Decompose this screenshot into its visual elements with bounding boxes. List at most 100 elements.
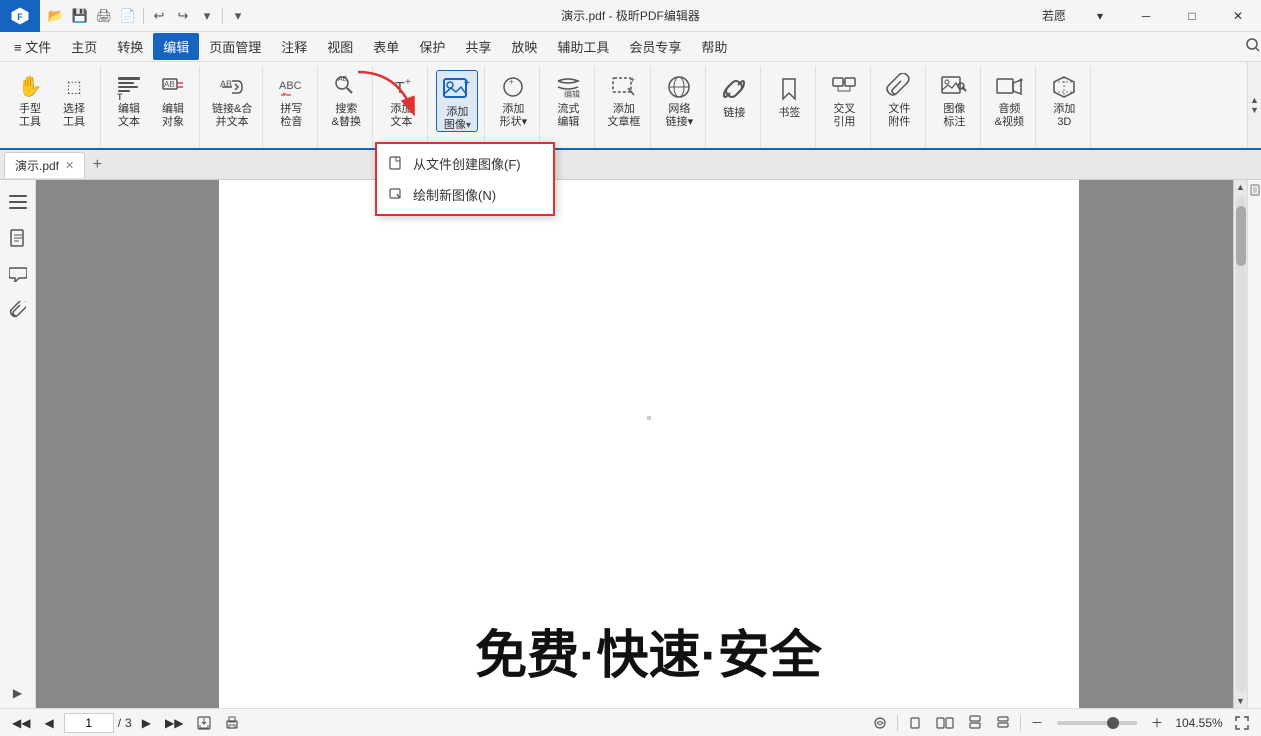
add-article-btn[interactable]: + 添加文章框 [603,70,644,132]
sidebar-comment-icon[interactable] [4,260,32,288]
menu-file[interactable]: ≡ 文件 [4,33,61,60]
zoom-slider[interactable] [1057,721,1137,725]
svg-text:T: T [395,80,405,97]
print-btn[interactable]: 🖨 [93,5,115,27]
svg-text:+: + [630,75,635,85]
sidebar-expand-btn[interactable]: ▶ [13,686,22,700]
cross-ref-btn[interactable]: 交叉引用 [824,70,864,132]
svg-text:ABC: ABC [279,80,302,92]
attachment-btn[interactable]: 文件附件 [879,70,919,132]
customize-btn[interactable]: ▾ [227,5,249,27]
link-merge-btn[interactable]: AB 链接&合并文本 [208,70,256,132]
menu-help[interactable]: 帮助 [691,33,737,60]
ribbon-scroll[interactable]: ▲ ▼ [1247,62,1261,148]
menu-comment[interactable]: 注释 [271,33,317,60]
create-from-file-label: 从文件创建图像(F) [413,154,521,173]
image-anno-btn[interactable]: 图像标注 [934,70,974,132]
close-btn[interactable]: ✕ [1215,0,1261,32]
menu-vip[interactable]: 会员专享 [619,33,691,60]
open-btn[interactable]: 📂 [45,5,67,27]
ribbon-group-addimage: + 添加图像▾ [430,66,485,148]
media-btn[interactable]: 音频&视频 [989,70,1029,132]
ribbon-group-addtext: T+ 添加文本 [375,66,428,148]
sidebar-page-icon[interactable] [4,224,32,252]
menu-form[interactable]: 表单 [363,33,409,60]
ribbon-group-3d: 添加3D [1038,66,1091,148]
redo-btn[interactable]: ↪ [172,5,194,27]
title-bar: F 📂 💾 🖨 📄 ↩ ↪ ▾ ▾ 演示.pdf - 极昕PDF编辑器 若愿 ▾… [0,0,1261,32]
save-btn[interactable]: 💾 [69,5,91,27]
add-3d-btn[interactable]: 添加3D [1044,70,1084,132]
search-replace-btn[interactable]: AB 搜索&替换 [326,70,366,132]
spell-check-btn[interactable]: ABC 拼写检音 [271,70,311,132]
hyperlink-btn[interactable]: 链接 [714,70,754,132]
tab-close-btn[interactable]: ✕ [65,159,74,172]
save-page-btn[interactable] [193,714,215,732]
create-from-file-item[interactable]: 从文件创建图像(F) [377,148,553,179]
flow-edit-btn[interactable]: 编辑 流式编辑 [548,70,588,132]
maximize-btn[interactable]: □ [1169,0,1215,32]
select-tool-btn[interactable]: ⬚ 选择工具 [54,70,94,132]
new-tab-btn[interactable]: + [85,153,109,177]
search-replace-icon: AB [330,73,362,101]
page-input[interactable] [64,713,114,733]
bookmark-btn[interactable]: 书签 [769,70,809,132]
status-bar: ◀◀ ◀ / 3 ▶ ▶▶ － ＋ 104.55% [0,708,1261,736]
menu-pages[interactable]: 页面管理 [199,33,271,60]
minimize-btn[interactable]: ─ [1123,0,1169,32]
page-total: 3 [125,716,132,730]
view-mode-btn[interactable] [869,714,891,732]
draw-new-image-item[interactable]: 绘制新图像(N) [377,179,553,210]
menu-convert[interactable]: 转换 [107,33,153,60]
zoom-out-btn[interactable]: － [1027,712,1047,733]
zoom-in-btn[interactable]: ＋ [1147,712,1167,733]
tab-pdf[interactable]: 演示.pdf ✕ [4,152,85,178]
file-image-icon [389,156,405,172]
add-shape-btn[interactable]: + 添加形状▾ [493,70,533,132]
prev-page-btn[interactable]: ◀ [40,714,57,732]
menu-present[interactable]: 放映 [501,33,547,60]
separator1 [143,8,144,24]
single-page-btn[interactable] [904,714,926,732]
menu-home[interactable]: 主页 [61,33,107,60]
ribbon-group-addshape: + 添加形状▾ [487,66,540,148]
hand-tool-btn[interactable]: ✋ 手型工具 [10,70,50,132]
continuous-btn[interactable] [964,713,986,733]
spell-icon: ABC [275,73,307,101]
first-page-btn[interactable]: ◀◀ [8,714,34,732]
edit-object-btn[interactable]: AB 编辑对象 [153,70,193,132]
sidebar-menu-icon[interactable] [4,188,32,216]
right-panel-toggle[interactable] [1247,180,1261,708]
menu-tools[interactable]: 辅助工具 [547,33,619,60]
sidebar-attachment-icon[interactable] [4,296,32,324]
ribbon-group-edit: T 编辑文本 AB 编辑对象 [103,66,200,148]
fullscreen-btn[interactable] [1231,714,1253,732]
dropdown-btn[interactable]: ▾ [196,5,218,27]
menu-edit[interactable]: 编辑 [153,33,199,60]
undo-btn[interactable]: ↩ [148,5,170,27]
menu-share[interactable]: 共享 [455,33,501,60]
add-text-btn[interactable]: T+ 添加文本 [381,70,421,132]
scroll-btn[interactable] [992,714,1014,732]
scroll-down-btn[interactable]: ▼ [1234,694,1248,708]
next-page-btn[interactable]: ▶ [138,714,155,732]
scroll-up-btn[interactable]: ▲ [1234,180,1248,194]
search-btn[interactable] [1245,37,1261,56]
menu-protect[interactable]: 保护 [409,33,455,60]
pdf-scrollbar[interactable]: ▲ ▼ [1233,180,1247,708]
last-page-btn[interactable]: ▶▶ [161,714,187,732]
edit-text-btn[interactable]: T 编辑文本 [109,70,149,132]
print-status-btn[interactable] [221,714,243,732]
menu-view[interactable]: 视图 [317,33,363,60]
pdf-main-text: 免费·快速·安全 [219,613,1079,688]
two-page-btn[interactable] [932,714,958,732]
edit-text-icon: T [113,73,145,101]
ribbon-group-media: 音频&视频 [983,66,1036,148]
add-image-btn[interactable]: + 添加图像▾ [436,70,478,132]
mode-dropdown[interactable]: ▾ [1077,0,1123,32]
svg-text:+: + [464,78,470,89]
network-link-btn[interactable]: 网络链接▾ [659,70,699,132]
new-btn[interactable]: 📄 [117,5,139,27]
scroll-track[interactable] [1236,196,1246,692]
sep1 [897,715,898,731]
